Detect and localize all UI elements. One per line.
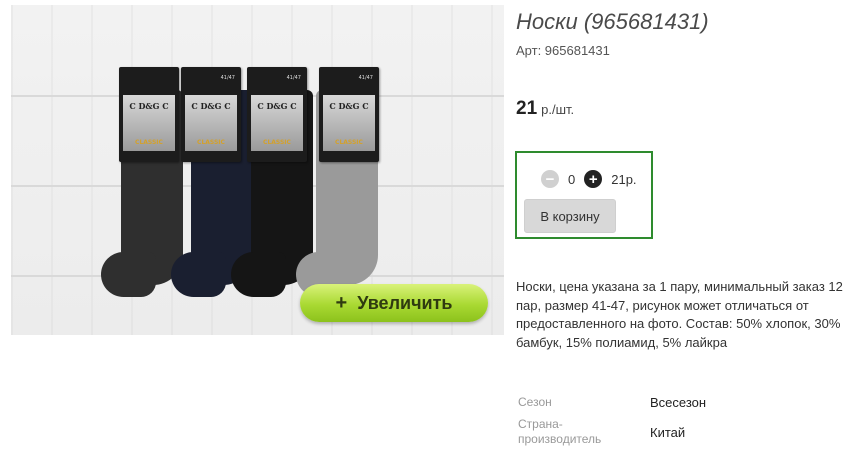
sock-label-card: C D&G C CLASSIC: [119, 67, 179, 162]
attribute-label-country: Страна-производитель: [518, 417, 602, 446]
plus-icon: +: [335, 291, 348, 314]
zoom-button-label: Увеличить: [357, 292, 453, 313]
price-amount: 21: [516, 98, 538, 119]
minus-icon[interactable]: −: [541, 170, 559, 188]
quantity-value: 0: [568, 171, 576, 187]
series-label: CLASSIC: [335, 139, 363, 146]
size-label: 41/47: [286, 75, 301, 81]
attribute-label-season: Сезон: [518, 395, 552, 409]
price-unit: р./шт.: [541, 102, 575, 117]
sock-label-card: 41/47 C D&G C CLASSIC: [247, 67, 307, 162]
series-label: CLASSIC: [197, 139, 225, 146]
product-description: Носки, цена указана за 1 пару, минимальн…: [516, 279, 843, 350]
product-sku: Арт: 965681431: [516, 43, 610, 58]
product-title: Носки (965681431): [516, 9, 709, 34]
sock-label-card: 41/47 C D&G C CLASSIC: [319, 67, 379, 162]
quantity-stepper: − 0 + 21р.: [541, 170, 637, 188]
attribute-value-country: Китай: [650, 425, 686, 440]
size-label: 41/47: [358, 75, 373, 81]
sock-label-card: 41/47 C D&G C CLASSIC: [181, 67, 241, 162]
size-label: 41/47: [220, 75, 235, 81]
attribute-value-season: Всесезон: [650, 395, 707, 410]
cart-box: − 0 + 21р. В корзину: [515, 151, 653, 239]
plus-icon[interactable]: +: [584, 170, 603, 188]
zoom-button[interactable]: + Увеличить: [300, 284, 488, 322]
series-label: CLASSIC: [263, 139, 291, 146]
product-price: 21 р./шт.: [516, 98, 574, 120]
add-to-cart-button[interactable]: В корзину: [524, 199, 616, 233]
series-label: CLASSIC: [135, 139, 163, 146]
cart-total: 21р.: [611, 171, 637, 187]
